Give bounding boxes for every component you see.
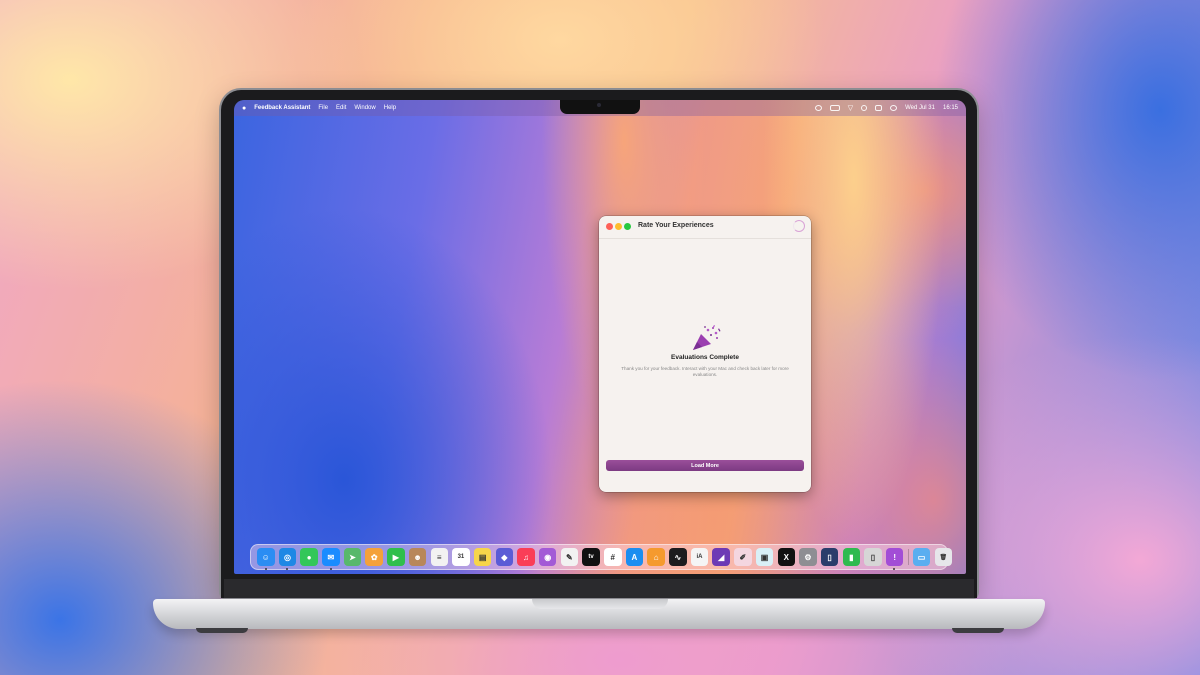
notes-icon[interactable]: ▤	[473, 548, 492, 566]
menu-file[interactable]: File	[318, 105, 328, 111]
siri-icon[interactable]	[890, 105, 898, 111]
foot-right	[952, 628, 1004, 633]
calendar-icon[interactable]: 31	[452, 548, 470, 566]
dock: ☺ ◎ ● ✉ ➤ ✿ ▶ ☻ ≡ 31 ▤ ◆ ♫ ◉ ✎ tv # A ⌂ ∿ iA ◢ ✐ ▣ X ⚙ ▯ ▮ ▯! ▭ 🗑	[250, 544, 952, 570]
affinity-icon[interactable]: ◢	[712, 548, 730, 566]
base-thumb-notch	[532, 599, 668, 609]
completion-message: Thank you for your feedback. Interact wi…	[621, 366, 789, 377]
messages-icon[interactable]: ●	[300, 548, 318, 566]
menu-app-name[interactable]: Feedback Assistant	[254, 105, 310, 111]
slack-icon[interactable]: #	[604, 548, 622, 566]
menu-date[interactable]: Wed Jul 31	[905, 105, 935, 111]
music-icon[interactable]: ♫	[517, 548, 535, 566]
rate-experiences-window: Rate Your Experiences Evaluations Comple…	[599, 216, 811, 492]
shortcuts-icon[interactable]: ◆	[495, 548, 514, 566]
control-center-icon[interactable]	[875, 105, 883, 111]
menu-time[interactable]: 16:15	[943, 105, 958, 111]
camera-icon	[597, 103, 601, 107]
contacts-icon[interactable]: ☻	[408, 548, 427, 566]
window-title: Rate Your Experiences	[638, 222, 714, 229]
trash-icon[interactable]: 🗑	[934, 548, 952, 566]
facetime-icon[interactable]: ▶	[387, 548, 405, 566]
iphone-mirroring-icon[interactable]: ▯	[820, 548, 839, 566]
numbers-icon[interactable]: ▮	[842, 548, 861, 566]
stage-manager-icon[interactable]	[814, 105, 822, 111]
pencil-app-icon[interactable]: ✐	[734, 548, 752, 566]
party-popper-icon	[693, 325, 721, 350]
wifi-icon[interactable]: ▽	[848, 104, 853, 112]
photos-icon[interactable]: ✿	[365, 548, 383, 566]
freeform-icon[interactable]: ✎	[560, 548, 579, 566]
home-icon[interactable]: ⌂	[647, 548, 665, 566]
menu-window[interactable]: Window	[354, 105, 375, 111]
menu-edit[interactable]: Edit	[336, 105, 346, 111]
mail-icon[interactable]: ✉	[322, 548, 340, 570]
menu-help[interactable]: Help	[384, 105, 396, 111]
finder-icon[interactable]: ☺	[257, 548, 275, 570]
desktop: ● Feedback Assistant File Edit Window He…	[234, 100, 966, 574]
preview-icon[interactable]: ▣	[755, 548, 774, 566]
tv-icon[interactable]: tv	[582, 548, 600, 566]
reminders-icon[interactable]: ≡	[430, 548, 448, 566]
progress-spinner-icon	[793, 220, 805, 232]
dock-separator	[907, 549, 909, 565]
phone-mirror-icon[interactable]: ▯	[864, 548, 882, 566]
x-icon[interactable]: X	[777, 548, 795, 566]
app-store-icon[interactable]: A	[625, 548, 644, 566]
ia-writer-icon[interactable]: iA	[690, 548, 709, 566]
bezel-hinge	[224, 579, 974, 598]
maps-icon[interactable]: ➤	[343, 548, 362, 566]
stocks-icon[interactable]: ∿	[669, 548, 687, 566]
feedback-assistant-icon[interactable]: !	[885, 548, 904, 570]
completion-heading: Evaluations Complete	[671, 354, 739, 361]
zoom-button[interactable]	[624, 223, 631, 230]
window-titlebar[interactable]: Rate Your Experiences	[599, 216, 811, 239]
menu-bar: ● Feedback Assistant File Edit Window He…	[234, 100, 966, 116]
system-settings-icon[interactable]: ⚙	[799, 548, 817, 566]
podcasts-icon[interactable]: ◉	[538, 548, 557, 566]
apple-menu-icon[interactable]: ●	[242, 105, 246, 112]
camera-notch	[560, 100, 640, 114]
minimize-button[interactable]	[615, 223, 622, 230]
close-button[interactable]	[606, 223, 613, 230]
search-icon[interactable]	[861, 105, 868, 111]
foot-left	[196, 628, 248, 633]
battery-icon[interactable]	[829, 105, 840, 111]
safari-icon[interactable]: ◎	[278, 548, 297, 570]
downloads-icon[interactable]: ▭	[912, 548, 931, 566]
load-more-button[interactable]: Load More	[606, 460, 804, 471]
